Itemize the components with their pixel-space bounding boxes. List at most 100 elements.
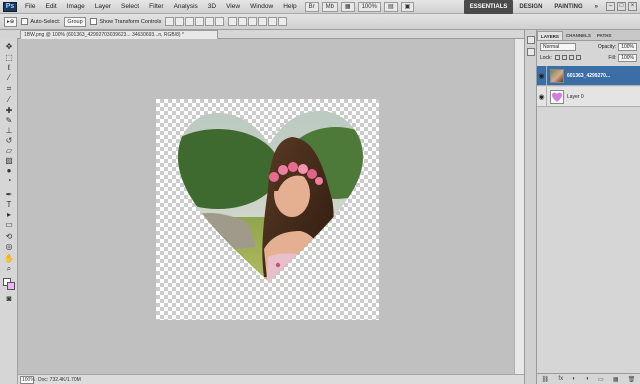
eye-icon[interactable]: ◉ [537,86,547,107]
workspace-design[interactable]: DESIGN [513,0,548,14]
maximize-button[interactable]: □ [617,2,626,11]
menu-file[interactable]: File [20,0,40,14]
type-tool-icon[interactable]: T [3,200,15,209]
blend-mode-dropdown[interactable]: Normal [540,42,576,51]
hand-tool-icon[interactable]: ✋ [3,254,15,263]
menu-help[interactable]: Help [278,0,301,14]
auto-select-label: Auto-Select: [30,18,61,25]
tab-layers[interactable]: LAYERS [537,31,563,40]
status-doc-size[interactable]: Doc: 732.4K/1.70M [38,377,81,383]
marquee-tool-icon[interactable]: ⬚ [3,53,15,62]
lock-pixels-icon[interactable] [561,55,567,60]
document-tab[interactable]: 1BW.png @ 100% (601363_42992703039623...… [20,30,218,39]
launch-bridge-icon[interactable]: Br [304,1,319,12]
dodge-tool-icon[interactable]: ◔ [3,176,15,185]
crop-tool-icon[interactable]: ⌗ [3,84,15,93]
distribute-vcenter-icon[interactable] [238,17,248,26]
lasso-tool-icon[interactable]: ℓ [3,63,15,72]
layer-style-icon[interactable]: fx [558,376,563,382]
menu-select[interactable]: Select [116,0,144,14]
align-left-icon[interactable] [195,17,205,26]
vertical-scrollbar[interactable] [514,39,524,374]
link-layers-icon[interactable]: ⛓ [542,376,550,383]
menu-3d[interactable]: 3D [203,0,221,14]
auto-select-dropdown[interactable]: Group [64,16,87,27]
show-transform-checkbox[interactable] [90,18,98,25]
menu-view[interactable]: View [221,0,245,14]
quick-mask-icon[interactable]: ◙ [3,294,15,303]
eyedropper-tool-icon[interactable]: ⁄ [3,95,15,104]
align-vcenter-icon[interactable] [175,17,185,26]
tab-paths[interactable]: PATHS [594,31,615,40]
lock-position-icon[interactable] [568,55,574,60]
menu-edit[interactable]: Edit [40,0,61,14]
canvas-area[interactable] [18,39,514,374]
move-tool-preset-icon[interactable]: ▸⊕ [4,16,18,27]
distribute-top-icon[interactable] [228,17,238,26]
layer-mask-icon[interactable]: ◐ [572,376,576,382]
zoom-tool-icon[interactable]: ⌕ [3,264,15,273]
3d-rotate-tool-icon[interactable]: ⟲ [3,232,15,241]
delete-layer-icon[interactable]: 🗑 [628,376,636,383]
tools-panel: ✥ ⬚ ℓ ⁄ ⌗ ⁄ ✚ ✎ ⊥ ↺ ▱ ▨ ● ◔ ✒ T ▸ ▭ ⟲ ◎ … [0,38,18,384]
lock-all-icon[interactable] [575,55,581,60]
3d-orbit-tool-icon[interactable]: ◎ [3,242,15,251]
menu-filter[interactable]: Filter [144,0,168,14]
distribute-right-icon[interactable] [278,17,288,26]
pen-tool-icon[interactable]: ✒ [3,190,15,199]
arrange-documents-icon[interactable]: ▤ [383,1,398,12]
panel-tabs: LAYERS CHANNELS PATHS [537,30,640,41]
distribute-bottom-icon[interactable] [248,17,258,26]
gradient-tool-icon[interactable]: ▨ [3,156,15,165]
menu-window[interactable]: Window [245,0,278,14]
clone-stamp-tool-icon[interactable]: ⊥ [3,126,15,135]
move-tool-icon[interactable]: ✥ [3,42,15,51]
path-selection-tool-icon[interactable]: ▸ [3,210,15,219]
shape-tool-icon[interactable]: ▭ [3,220,15,229]
brush-tool-icon[interactable]: ✎ [3,116,15,125]
menu-analysis[interactable]: Analysis [169,0,203,14]
status-zoom-field[interactable]: 100% [20,375,35,384]
workspace-more[interactable]: » [589,0,604,14]
workspace-painting[interactable]: PAINTING [548,0,588,14]
layer-row-heart[interactable]: ◉ Layer 0 [537,86,640,107]
fill-field[interactable]: 100% [618,53,637,62]
new-group-icon[interactable]: ▭ [598,376,604,383]
layer-name[interactable]: Layer 0 [567,94,584,100]
workspace-essentials[interactable]: ESSENTIALS [463,0,514,14]
menu-layer[interactable]: Layer [90,0,116,14]
healing-brush-tool-icon[interactable]: ✚ [3,106,15,115]
quick-select-tool-icon[interactable]: ⁄ [3,73,15,82]
actions-panel-icon[interactable] [527,48,535,56]
blend-row: Normal Opacity: 100% [537,41,640,52]
launch-minibridge-icon[interactable]: Mb [321,1,338,12]
extras-icon[interactable]: ▦ [340,1,355,12]
minimize-button[interactable]: – [606,2,615,11]
layer-name[interactable]: 601363_4299270... [567,73,610,79]
distribute-left-icon[interactable] [258,17,268,26]
adjustment-layer-icon[interactable]: ◑ [585,376,589,382]
tab-channels[interactable]: CHANNELS [563,31,594,40]
distribute-hcenter-icon[interactable] [268,17,278,26]
history-panel-icon[interactable] [527,36,535,44]
layers-panel: LAYERS CHANNELS PATHS Normal Opacity: 10… [537,30,640,384]
eraser-tool-icon[interactable]: ▱ [3,146,15,155]
align-right-icon[interactable] [215,17,225,26]
auto-select-checkbox[interactable] [21,18,29,25]
eye-icon[interactable]: ◉ [537,65,547,86]
layer-row-photo[interactable]: ◉ 601363_4299270... [537,65,640,86]
document-canvas[interactable] [156,99,379,320]
history-brush-tool-icon[interactable]: ↺ [3,136,15,145]
close-button[interactable]: × [628,2,637,11]
blur-tool-icon[interactable]: ● [3,166,15,175]
background-color-swatch[interactable] [7,282,15,290]
lock-transparency-icon[interactable] [554,55,560,60]
align-bottom-icon[interactable] [185,17,195,26]
menu-image[interactable]: Image [62,0,90,14]
align-hcenter-icon[interactable] [205,17,215,26]
zoom-level-select[interactable]: 100% [357,1,381,12]
new-layer-icon[interactable]: ▦ [613,376,619,383]
screen-mode-icon[interactable]: ▣ [400,1,415,12]
opacity-field[interactable]: 100% [618,42,637,51]
align-top-icon[interactable] [165,17,175,26]
